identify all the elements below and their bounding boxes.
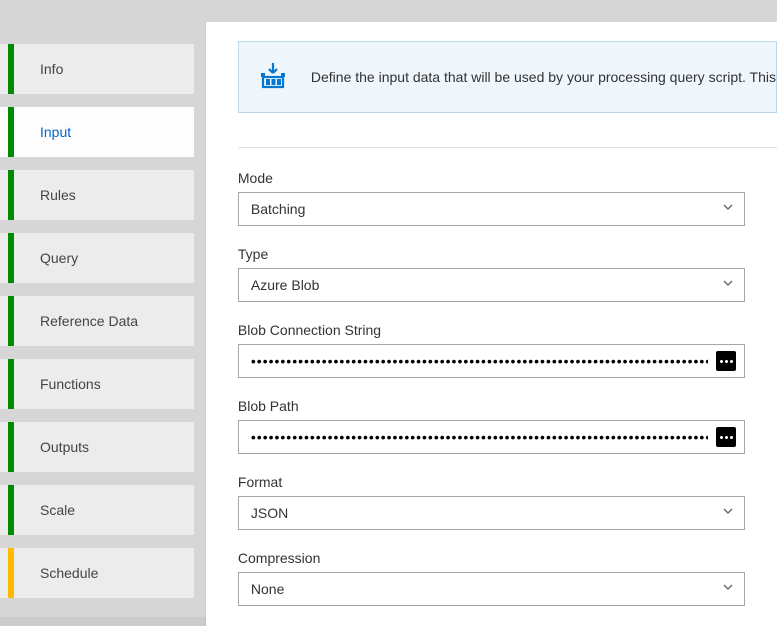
blob-connection-string-label: Blob Connection String bbox=[238, 322, 745, 338]
sidebar: Info Input Rules Query Reference Data Fu… bbox=[0, 22, 194, 617]
sidebar-item-label: Info bbox=[40, 61, 63, 77]
sidebar-item-reference-data[interactable]: Reference Data bbox=[0, 296, 194, 346]
status-bar-icon bbox=[8, 44, 14, 94]
compression-select[interactable]: None bbox=[238, 572, 745, 606]
sidebar-item-functions[interactable]: Functions bbox=[0, 359, 194, 409]
mode-field: Mode Batching bbox=[238, 170, 745, 226]
info-banner: Define the input data that will be used … bbox=[238, 41, 777, 113]
sidebar-item-scale[interactable]: Scale bbox=[0, 485, 194, 535]
status-bar-icon bbox=[8, 485, 14, 535]
chevron-down-icon bbox=[722, 504, 734, 522]
sidebar-item-label: Rules bbox=[40, 187, 76, 203]
sidebar-item-label: Input bbox=[40, 124, 71, 140]
sidebar-item-rules[interactable]: Rules bbox=[0, 170, 194, 220]
reveal-password-button[interactable] bbox=[716, 351, 736, 371]
data-ingest-icon bbox=[259, 61, 287, 94]
sidebar-item-input[interactable]: Input bbox=[0, 107, 194, 157]
reveal-password-button[interactable] bbox=[716, 427, 736, 447]
sidebar-item-label: Functions bbox=[40, 376, 101, 392]
format-value: JSON bbox=[251, 505, 288, 521]
mode-label: Mode bbox=[238, 170, 745, 186]
chevron-down-icon bbox=[722, 276, 734, 294]
status-bar-icon bbox=[8, 233, 14, 283]
sidebar-item-label: Schedule bbox=[40, 565, 98, 581]
status-bar-icon bbox=[8, 422, 14, 472]
sidebar-item-info[interactable]: Info bbox=[0, 44, 194, 94]
blob-path-field: Blob Path bbox=[238, 398, 745, 454]
status-bar-icon bbox=[8, 170, 14, 220]
chevron-down-icon bbox=[722, 580, 734, 598]
mode-select[interactable]: Batching bbox=[238, 192, 745, 226]
blob-connection-string-field: Blob Connection String bbox=[238, 322, 745, 378]
blob-connection-string-input[interactable] bbox=[251, 353, 708, 369]
blob-path-input[interactable] bbox=[251, 429, 708, 445]
type-label: Type bbox=[238, 246, 745, 262]
type-select[interactable]: Azure Blob bbox=[238, 268, 745, 302]
banner-text: Define the input data that will be used … bbox=[311, 69, 776, 85]
sidebar-item-label: Query bbox=[40, 250, 78, 266]
chevron-down-icon bbox=[722, 200, 734, 218]
sidebar-item-outputs[interactable]: Outputs bbox=[0, 422, 194, 472]
mode-value: Batching bbox=[251, 201, 305, 217]
blob-path-box bbox=[238, 420, 745, 454]
format-field: Format JSON bbox=[238, 474, 745, 530]
sidebar-item-schedule[interactable]: Schedule bbox=[0, 548, 194, 598]
status-bar-icon bbox=[8, 359, 14, 409]
format-select[interactable]: JSON bbox=[238, 496, 745, 530]
compression-value: None bbox=[251, 581, 284, 597]
compression-label: Compression bbox=[238, 550, 745, 566]
compression-field: Compression None bbox=[238, 550, 745, 606]
sidebar-item-label: Outputs bbox=[40, 439, 89, 455]
input-form: Mode Batching Type Azure Blob bbox=[206, 148, 777, 606]
sidebar-item-query[interactable]: Query bbox=[0, 233, 194, 283]
format-label: Format bbox=[238, 474, 745, 490]
blob-path-label: Blob Path bbox=[238, 398, 745, 414]
blob-connection-string-box bbox=[238, 344, 745, 378]
content-panel: Define the input data that will be used … bbox=[206, 22, 777, 626]
type-value: Azure Blob bbox=[251, 277, 319, 293]
sidebar-item-label: Scale bbox=[40, 502, 75, 518]
type-field: Type Azure Blob bbox=[238, 246, 745, 302]
status-bar-icon bbox=[8, 107, 14, 157]
sidebar-item-label: Reference Data bbox=[40, 313, 138, 329]
status-bar-icon bbox=[8, 548, 14, 598]
status-bar-icon bbox=[8, 296, 14, 346]
